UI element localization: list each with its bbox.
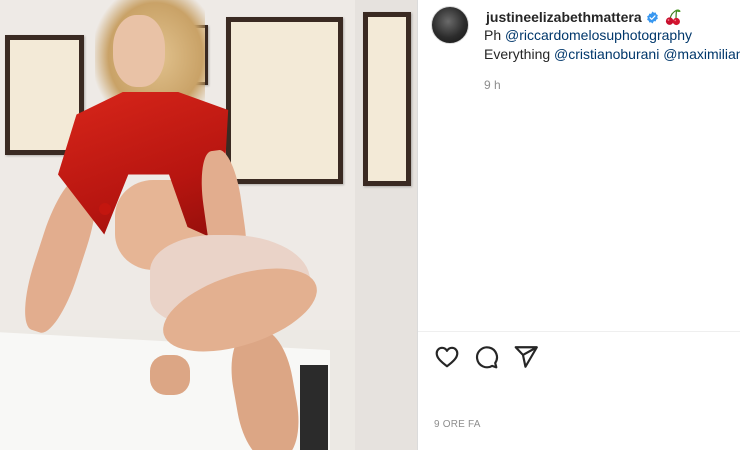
cherries-icon — [665, 9, 681, 26]
caption-line-credits: Everything @cristianoburani @maximilian — [484, 45, 740, 64]
avatar[interactable] — [431, 6, 469, 44]
post-header: justineelizabethmattera — [486, 8, 682, 26]
post-photo[interactable] — [0, 0, 417, 450]
actions-divider — [418, 331, 740, 332]
comment-icon — [475, 346, 499, 369]
comment-button[interactable] — [473, 344, 499, 370]
photo-figure-face — [113, 15, 165, 87]
framed-poster — [363, 12, 411, 186]
caption-text: Ph — [484, 27, 506, 43]
mention-link[interactable]: @cristianoburani — [554, 46, 659, 62]
post-age[interactable]: 9 ORE FA — [434, 419, 481, 430]
share-icon — [514, 346, 538, 368]
caption-timestamp[interactable]: 9 h — [484, 78, 501, 92]
post-side-panel: justineelizabethmattera Ph @riccardomelo… — [418, 0, 740, 450]
caption-text: Everything — [484, 46, 555, 62]
framed-poster — [226, 17, 343, 184]
username-link[interactable]: justineelizabethmattera — [486, 9, 642, 25]
post-caption: Ph @riccardomelosuphotography Everything… — [484, 26, 740, 64]
photo-figure-foot — [150, 355, 190, 395]
caption-line-credit: Ph @riccardomelosuphotography — [484, 26, 740, 45]
mention-link[interactable]: @riccardomelosuphotography — [505, 27, 692, 43]
verified-badge-icon — [646, 11, 658, 23]
mention-link[interactable]: @maximilian — [663, 46, 740, 62]
photo-cherry-accessory — [99, 203, 111, 215]
share-button[interactable] — [513, 344, 539, 370]
photo-table-edge — [300, 365, 328, 450]
like-button[interactable] — [434, 344, 460, 370]
heart-icon — [435, 346, 459, 368]
